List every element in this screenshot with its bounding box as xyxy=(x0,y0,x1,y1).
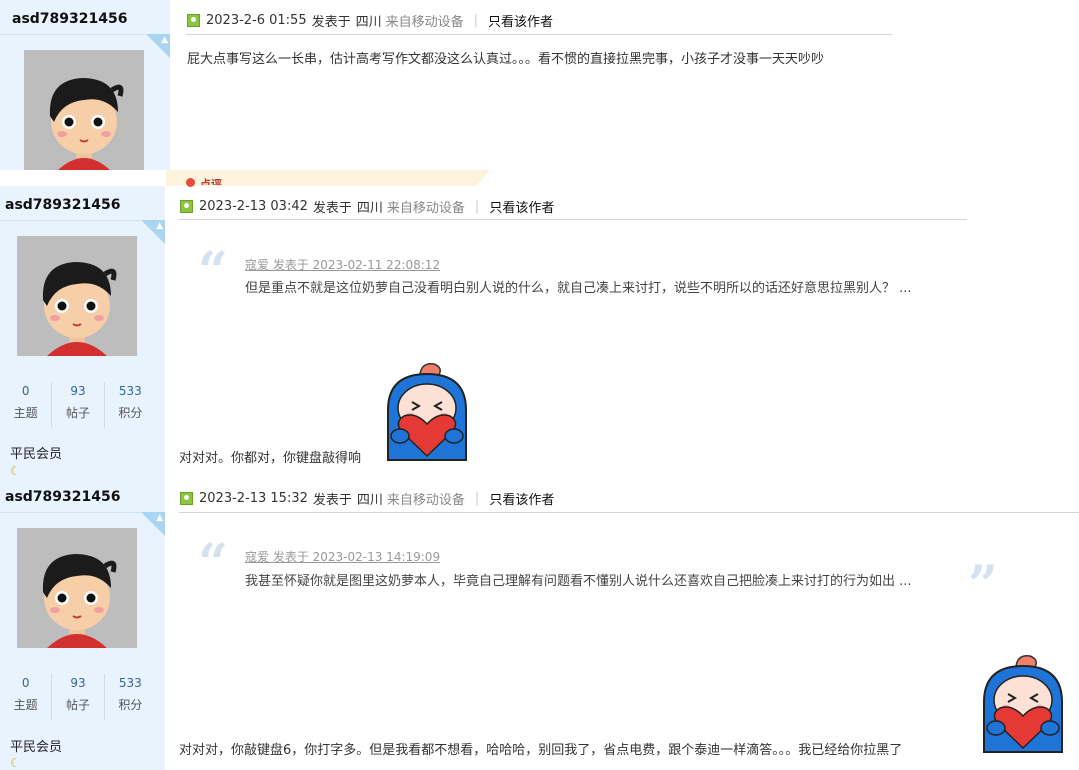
post2-header-divider xyxy=(179,219,967,220)
post3-stats: 0 主题 93 帖子 533 积分 xyxy=(0,674,156,720)
post1-header-divider xyxy=(186,34,892,35)
post3-quote-text: 我甚至怀疑你就是图里这奶萝本人，毕竟自己理解有问题看不懂别人说什么还喜欢自己把脸… xyxy=(245,574,912,589)
post2-posted-in: 发表于 xyxy=(312,201,352,216)
stat-num: 533 xyxy=(118,676,142,690)
post-picture-icon xyxy=(180,200,193,213)
post3-header-divider xyxy=(179,512,1079,513)
post1-location: 四川 xyxy=(355,15,382,30)
stat-num: 0 xyxy=(21,384,30,398)
android-icon: ▲ xyxy=(161,35,168,45)
post2-stat-threads[interactable]: 0 主题 xyxy=(0,382,51,428)
post-picture-icon xyxy=(180,492,193,505)
stat-label: 帖子 xyxy=(65,406,90,420)
post1-date: 2023-2-6 01:55 xyxy=(206,13,307,28)
stat-num: 0 xyxy=(21,676,30,690)
post3-content: 对对对，你敲键盘6，你打字多。但是我看都不想看，哈哈哈，别回我了，省点电费，跟个… xyxy=(179,743,903,758)
stat-label: 主题 xyxy=(13,698,38,712)
heart-hug-sticker-icon xyxy=(387,362,467,461)
post2-device: 来自移动设备 xyxy=(386,201,465,216)
moon-icon: ☾ xyxy=(10,756,21,770)
post1-username[interactable]: asd789321456 xyxy=(12,11,127,27)
post1-content: 屁大点事写这么一长串，估计高考写作文都没这么认真过。。。看不惯的直接拉黑完事，小… xyxy=(187,52,825,67)
post-picture-icon xyxy=(187,14,200,27)
post2-stat-points[interactable]: 533 积分 xyxy=(103,382,156,428)
post2-rank: 平民会员 xyxy=(10,447,63,462)
post2-heart-hug-sticker xyxy=(382,362,472,466)
post3-meta: 2023-2-13 15:32 发表于 四川 来自移动设备 | 只看该作者 xyxy=(180,489,554,508)
quote-open-icon: “ xyxy=(198,241,228,302)
post3-heart-hug-sticker xyxy=(978,654,1068,758)
post2-date: 2023-2-13 03:42 xyxy=(199,199,308,214)
post2-stat-posts[interactable]: 93 帖子 xyxy=(51,382,103,428)
post3-username-divider xyxy=(0,512,141,513)
stat-label: 积分 xyxy=(118,406,143,420)
heart-hug-sticker-icon xyxy=(983,654,1063,753)
quote-open-icon: “ xyxy=(198,533,228,594)
post1-meta-divider: | xyxy=(473,13,479,28)
post2-author-only-link[interactable]: 只看该作者 xyxy=(489,197,554,216)
post2-meta: 2023-2-13 03:42 发表于 四川 来自移动设备 | 只看该作者 xyxy=(180,197,554,216)
post2-quote-author[interactable]: 寇爱 发表于 2023-02-11 22:08:12 xyxy=(245,256,440,273)
post2-meta-divider: | xyxy=(474,199,480,214)
post3-date: 2023-2-13 15:32 xyxy=(199,491,308,506)
stat-num: 93 xyxy=(70,384,86,398)
post2-username[interactable]: asd789321456 xyxy=(5,197,120,213)
post2-quote-text: 但是重点不就是这位奶萝自己没看明白别人说的什么，就自己凑上来讨打，说些不明所以的… xyxy=(245,281,912,296)
moon-icon: ☾ xyxy=(10,464,21,478)
post3-quote-author[interactable]: 寇爱 发表于 2023-02-13 14:19:09 xyxy=(245,548,440,565)
post1-author-only-link[interactable]: 只看该作者 xyxy=(488,11,553,30)
post3-device: 来自移动设备 xyxy=(386,493,465,508)
post3-author-only-link[interactable]: 只看该作者 xyxy=(489,489,554,508)
post3-avatar[interactable] xyxy=(17,528,137,648)
post1-avatar[interactable] xyxy=(24,50,144,170)
post3-stat-posts[interactable]: 93 帖子 xyxy=(51,674,103,720)
stat-num: 93 xyxy=(70,676,86,690)
post3-stat-threads[interactable]: 0 主题 xyxy=(0,674,51,720)
stat-label: 帖子 xyxy=(65,698,90,712)
post3-android-badge: ▲ xyxy=(141,512,165,536)
post3-rank: 平民会员 xyxy=(10,740,63,755)
post2-username-divider xyxy=(0,220,141,221)
post3-stat-points[interactable]: 533 积分 xyxy=(103,674,156,720)
stat-label: 积分 xyxy=(118,698,143,712)
stat-num: 533 xyxy=(118,384,142,398)
boy-avatar-icon xyxy=(17,528,137,648)
post3-posted-in: 发表于 xyxy=(312,493,352,508)
post1-rate-label[interactable]: 点评 xyxy=(200,176,222,185)
post2-content: 对对对。你都对，你键盘敲得响 xyxy=(179,451,362,466)
post2-android-badge: ▲ xyxy=(141,220,165,244)
post2-stats: 0 主题 93 帖子 533 积分 xyxy=(0,382,156,428)
post2-location: 四川 xyxy=(356,201,383,216)
boy-avatar-icon xyxy=(17,236,137,356)
post1-android-badge: ▲ xyxy=(146,34,170,58)
post3-location: 四川 xyxy=(356,493,383,508)
post3-username[interactable]: asd789321456 xyxy=(5,489,120,505)
post1-rate-fold xyxy=(476,170,490,186)
post2-avatar[interactable] xyxy=(17,236,137,356)
post1-device: 来自移动设备 xyxy=(385,15,464,30)
android-icon: ▲ xyxy=(156,221,163,231)
rate-icon xyxy=(186,178,195,187)
quote-close-icon: ” xyxy=(968,555,998,616)
post3-meta-divider: | xyxy=(474,491,480,506)
boy-avatar-icon xyxy=(24,50,144,170)
post1-username-divider xyxy=(0,34,145,35)
stat-label: 主题 xyxy=(13,406,38,420)
post1-meta: 2023-2-6 01:55 发表于 四川 来自移动设备 | 只看该作者 xyxy=(187,11,553,30)
android-icon: ▲ xyxy=(156,513,163,523)
post1-posted-in: 发表于 xyxy=(311,15,351,30)
